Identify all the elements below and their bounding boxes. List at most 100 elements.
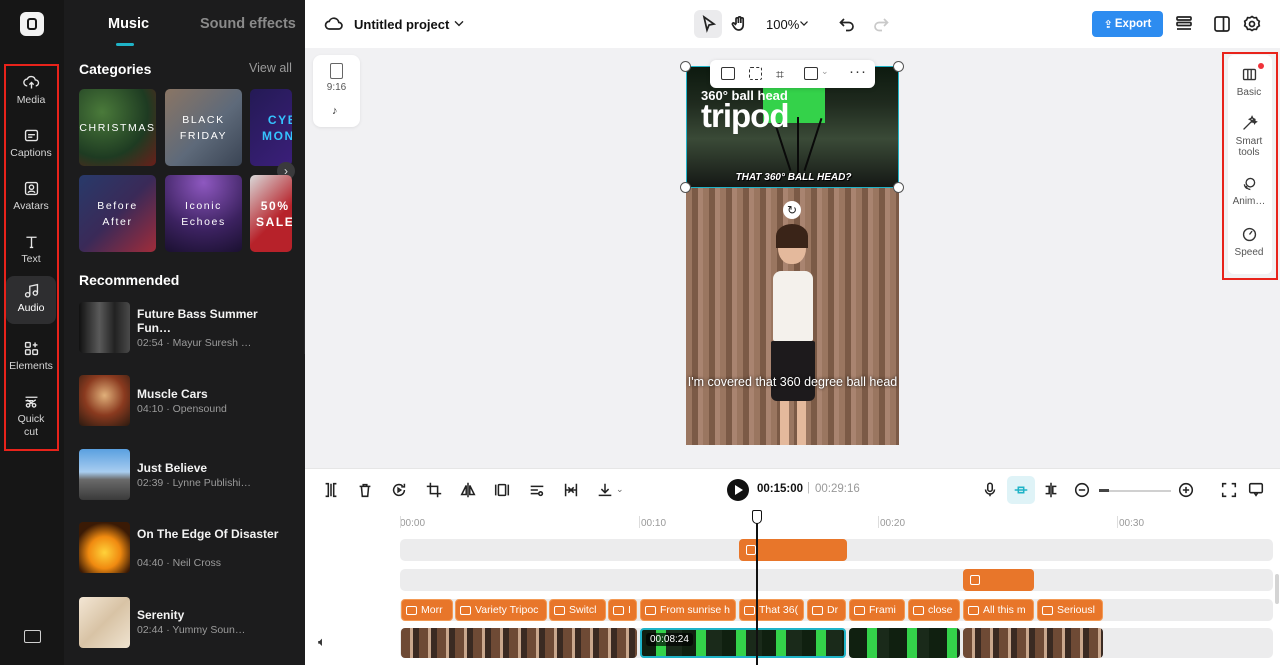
caption-clip[interactable]: All this m	[963, 599, 1034, 621]
sidebar-item-media[interactable]: Media	[6, 68, 56, 112]
zoom-in-icon[interactable]	[1177, 481, 1195, 499]
replace-image-icon[interactable]	[721, 67, 735, 80]
layout-icon[interactable]	[1212, 14, 1232, 34]
app-logo[interactable]	[20, 12, 44, 36]
category-tile[interactable]: CHRISTMAS	[79, 89, 156, 166]
list-item[interactable]: Just Believe 02:39 · Lynne Publishi…	[79, 449, 294, 501]
crop-area-icon[interactable]	[749, 67, 762, 80]
sidebar-item-avatars[interactable]: Avatars	[6, 174, 56, 218]
chevron-down-icon[interactable]	[797, 16, 817, 36]
project-name[interactable]: Untitled project	[354, 17, 449, 32]
caption-clip[interactable]: Morr	[401, 599, 453, 621]
video-clip[interactable]	[849, 628, 960, 658]
trim-icon[interactable]	[562, 481, 580, 499]
resize-handle[interactable]	[893, 182, 904, 193]
category-tile[interactable]: 50% SALE	[250, 175, 292, 252]
export-button[interactable]: ⇪ Export	[1092, 11, 1163, 37]
split-icon[interactable]	[322, 481, 340, 499]
fullscreen-icon[interactable]	[1220, 481, 1238, 499]
category-tile[interactable]: CYBER MONDAY	[250, 89, 292, 166]
crop-icon[interactable]: ⌗	[776, 66, 784, 83]
sidebar-item-audio[interactable]: Audio	[6, 276, 56, 324]
replay-icon[interactable]	[390, 481, 408, 499]
tab-basic[interactable]: Basic	[1226, 66, 1272, 98]
undo-icon[interactable]	[837, 14, 857, 34]
caption-clip[interactable]: Frami	[849, 599, 905, 621]
zoom-slider[interactable]	[1099, 490, 1171, 492]
tab-music[interactable]: Music	[108, 16, 149, 32]
more-icon[interactable]: ···	[849, 63, 867, 80]
caption-clip[interactable]: Variety Tripoc	[455, 599, 547, 621]
category-label: 50% SALE	[256, 198, 292, 229]
redo-icon[interactable]	[871, 14, 891, 34]
layers-icon[interactable]	[1174, 14, 1194, 34]
list-item[interactable]: Serenity 02:44 · Yummy Soun…	[79, 597, 294, 649]
comment-icon[interactable]	[1247, 481, 1265, 499]
playhead-handle[interactable]	[752, 510, 762, 524]
quick-cut-icon	[25, 396, 37, 408]
download-icon[interactable]	[596, 481, 614, 499]
hand-icon[interactable]	[729, 14, 749, 34]
text-clip[interactable]	[963, 569, 1034, 591]
category-tile[interactable]: Iconic Echoes	[165, 175, 242, 252]
chevron-down-icon[interactable]	[451, 15, 471, 35]
caption-clip[interactable]: Switcl	[549, 599, 606, 621]
tab-speed[interactable]: Speed	[1226, 226, 1272, 258]
tab-animation[interactable]: Anim…	[1226, 175, 1272, 207]
resize-handle[interactable]	[893, 61, 904, 72]
category-tile[interactable]: BLACK FRIDAY	[165, 89, 242, 166]
caption-clip[interactable]: That 36(	[739, 599, 804, 621]
microphone-icon[interactable]	[981, 481, 999, 499]
leg	[797, 401, 806, 445]
sidebar-item-quick-cut[interactable]: Quick cut	[6, 387, 56, 441]
chevron-down-icon[interactable]: ⌄	[821, 66, 829, 77]
scrollbar[interactable]	[1275, 574, 1279, 604]
caption-clip[interactable]: Dr	[807, 599, 846, 621]
video-clip[interactable]	[963, 628, 1103, 658]
resize-handle[interactable]	[680, 182, 691, 193]
fit-icon[interactable]	[493, 481, 511, 499]
category-tile[interactable]: Before After	[79, 175, 156, 252]
track-meta: 04:10 · Opensound	[137, 403, 227, 415]
aspect-ratio-picker[interactable]: 9:16 ♪	[313, 55, 360, 127]
view-all-link[interactable]: View all	[249, 61, 292, 75]
track-thumbnail	[79, 375, 130, 426]
caption-clip[interactable]: close	[908, 599, 960, 621]
video-clip-selected[interactable]: 00:08:24	[640, 628, 846, 658]
resize-handle[interactable]	[680, 61, 691, 72]
ruler-tick	[639, 516, 640, 528]
list-item[interactable]: Future Bass Summer Fun… 02:54 · Mayur Su…	[79, 302, 294, 354]
skirt	[771, 341, 815, 401]
crop-icon[interactable]	[425, 481, 443, 499]
tab-sound-effects[interactable]: Sound effects	[200, 16, 296, 32]
play-button[interactable]	[727, 479, 749, 501]
speed-curve-icon[interactable]	[528, 481, 546, 499]
caption-clip[interactable]: Seriousl	[1037, 599, 1103, 621]
caption-clip[interactable]: From sunrise h	[640, 599, 736, 621]
sidebar-item-elements[interactable]: Elements	[6, 334, 56, 378]
rotate-handle-icon[interactable]: ↻	[783, 201, 801, 219]
floating-toolbar: ⌗ ⌄ ···	[710, 60, 875, 88]
delete-icon[interactable]	[356, 481, 374, 499]
playhead[interactable]	[756, 512, 758, 665]
cloud-icon[interactable]	[324, 14, 344, 34]
zoom-slider-thumb[interactable]	[1099, 489, 1109, 492]
chevron-down-icon[interactable]: ⌄	[616, 484, 624, 495]
split-screen-icon[interactable]	[1042, 481, 1060, 499]
track-meta: 02:54 · Mayur Suresh …	[137, 337, 252, 349]
video-clip[interactable]	[401, 628, 637, 658]
track-thumbnail	[79, 597, 130, 648]
volume-icon[interactable]: 🔈︎	[318, 634, 326, 650]
settings-icon[interactable]	[1242, 14, 1262, 34]
list-item[interactable]: Muscle Cars 04:10 · Opensound	[79, 375, 294, 427]
flip-icon[interactable]	[459, 481, 477, 499]
list-item[interactable]: On The Edge Of Disaster 04:40 · Neil Cro…	[79, 522, 294, 574]
caption-clip[interactable]: I	[608, 599, 637, 621]
mask-icon[interactable]	[804, 67, 818, 80]
keyboard-icon[interactable]	[24, 630, 41, 643]
sidebar-item-captions[interactable]: Captions	[6, 121, 56, 165]
zoom-level[interactable]: 100%	[766, 17, 799, 32]
zoom-out-icon[interactable]	[1073, 481, 1091, 499]
sidebar-item-text[interactable]: Text	[6, 227, 56, 271]
tab-smart-tools[interactable]: Smart tools	[1226, 115, 1272, 158]
